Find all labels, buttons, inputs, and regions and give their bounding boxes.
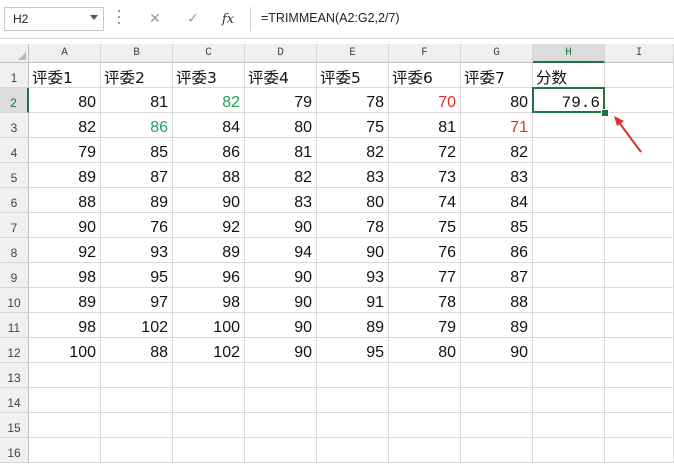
red-arrow-icon: [614, 116, 642, 153]
